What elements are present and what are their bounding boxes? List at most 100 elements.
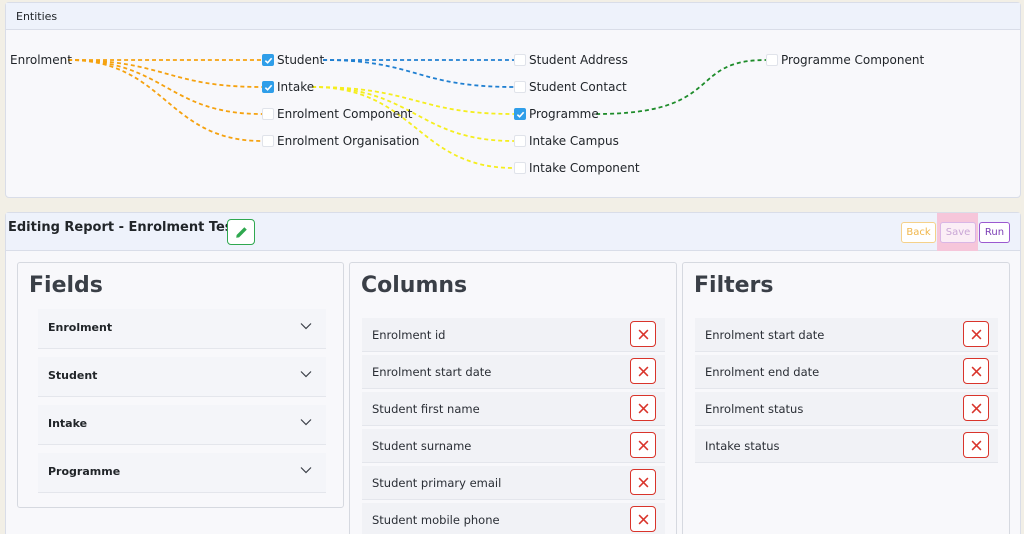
checkbox-icon[interactable] xyxy=(514,135,526,147)
filters-card: Filters Enrolment start date Enrolment e… xyxy=(682,262,1010,534)
editor-header: Editing Report - Enrolment Test Back Sav… xyxy=(6,213,1020,251)
link-enrolment-intake xyxy=(67,59,263,88)
entity-label: Programme Component xyxy=(781,53,925,67)
remove-filter-button[interactable] xyxy=(963,358,989,384)
filter-row: Enrolment status xyxy=(695,392,998,426)
entity-label: Intake Campus xyxy=(529,134,619,148)
entity-label: Enrolment Component xyxy=(277,107,413,121)
link-enrolment-enrolment-organisation xyxy=(67,59,263,142)
entity-label: Programme xyxy=(529,107,599,121)
column-row: Student first name xyxy=(362,392,665,426)
remove-column-button[interactable] xyxy=(630,395,656,421)
entity-label: Student Address xyxy=(529,53,628,67)
column-row: Student mobile phone xyxy=(362,503,665,534)
filter-label: Intake status xyxy=(705,439,780,453)
accordion-intake[interactable]: Intake xyxy=(38,405,326,445)
entity-label: Student xyxy=(277,53,325,67)
close-icon xyxy=(971,366,981,376)
filter-row: Enrolment end date xyxy=(695,355,998,389)
column-label: Student surname xyxy=(372,439,472,453)
checkbox-checked-icon[interactable] xyxy=(262,81,274,93)
entity-label: Intake xyxy=(277,80,315,94)
accordion-programme[interactable]: Programme xyxy=(38,453,326,493)
accordion-label: Intake xyxy=(48,417,88,430)
remove-column-button[interactable] xyxy=(630,506,656,532)
chevron-down-icon xyxy=(300,371,312,378)
edit-title-button[interactable] xyxy=(227,219,255,245)
run-button[interactable]: Run xyxy=(979,222,1010,243)
link-enrolment-enrolment-component xyxy=(67,59,263,115)
close-icon xyxy=(638,366,648,376)
columns-card: Columns Enrolment id Enrolment start dat… xyxy=(349,262,677,534)
remove-filter-button[interactable] xyxy=(963,432,989,458)
accordion-label: Programme xyxy=(48,465,121,478)
close-icon xyxy=(638,477,648,487)
column-row: Enrolment start date xyxy=(362,355,665,389)
entity-node-programme[interactable]: Programme xyxy=(514,106,599,122)
accordion-student[interactable]: Student xyxy=(38,357,326,397)
remove-column-button[interactable] xyxy=(630,358,656,384)
back-button[interactable]: Back xyxy=(901,222,936,243)
entity-node-intake-component[interactable]: Intake Component xyxy=(514,160,640,176)
checkbox-icon[interactable] xyxy=(514,81,526,93)
filter-label: Enrolment status xyxy=(705,402,804,416)
close-icon xyxy=(638,440,648,450)
column-label: Enrolment id xyxy=(372,328,446,342)
entity-node-enrolment: Enrolment xyxy=(10,52,72,68)
entity-label: Enrolment xyxy=(10,53,72,67)
checkbox-icon[interactable] xyxy=(262,135,274,147)
chevron-down-icon xyxy=(300,323,312,330)
close-icon xyxy=(971,440,981,450)
filter-label: Enrolment start date xyxy=(705,328,825,342)
fields-title: Fields xyxy=(29,273,103,298)
entity-node-student-address[interactable]: Student Address xyxy=(514,52,628,68)
column-row: Student primary email xyxy=(362,466,665,500)
entity-label: Enrolment Organisation xyxy=(277,134,420,148)
checkbox-checked-icon[interactable] xyxy=(262,54,274,66)
checkbox-icon[interactable] xyxy=(262,108,274,120)
column-label: Enrolment start date xyxy=(372,365,492,379)
entity-node-intake[interactable]: Intake xyxy=(262,79,314,95)
checkbox-icon[interactable] xyxy=(514,162,526,174)
column-label: Student mobile phone xyxy=(372,513,500,527)
accordion-enrolment[interactable]: Enrolment xyxy=(38,309,326,349)
filter-row: Intake status xyxy=(695,429,998,463)
column-row: Enrolment id xyxy=(362,318,665,352)
close-icon xyxy=(638,403,648,413)
checkbox-icon[interactable] xyxy=(514,54,526,66)
accordion-label: Student xyxy=(48,369,98,382)
columns-title: Columns xyxy=(361,273,468,298)
remove-column-button[interactable] xyxy=(630,321,656,347)
report-title: Editing Report - Enrolment Test xyxy=(8,220,239,235)
close-icon xyxy=(971,403,981,413)
fields-card: Fields Enrolment Student Intake Programm… xyxy=(17,262,344,508)
entity-node-student-contact[interactable]: Student Contact xyxy=(514,79,627,95)
accordion-label: Enrolment xyxy=(48,321,113,334)
save-button[interactable]: Save xyxy=(940,222,976,243)
filters-title: Filters xyxy=(694,273,774,298)
remove-column-button[interactable] xyxy=(630,432,656,458)
entity-node-enrolment-component[interactable]: Enrolment Component xyxy=(262,106,412,122)
close-icon xyxy=(638,329,648,339)
remove-filter-button[interactable] xyxy=(963,395,989,421)
filter-row: Enrolment start date xyxy=(695,318,998,352)
entity-node-enrolment-organisation[interactable]: Enrolment Organisation xyxy=(262,133,419,149)
entity-label: Student Contact xyxy=(529,80,627,94)
link-student-student-contact xyxy=(322,59,515,88)
close-icon xyxy=(971,329,981,339)
entity-node-intake-campus[interactable]: Intake Campus xyxy=(514,133,619,149)
filter-label: Enrolment end date xyxy=(705,365,820,379)
entity-node-programme-component[interactable]: Programme Component xyxy=(766,52,924,68)
remove-filter-button[interactable] xyxy=(963,321,989,347)
chevron-down-icon xyxy=(300,419,312,426)
remove-column-button[interactable] xyxy=(630,469,656,495)
chevron-down-icon xyxy=(300,467,312,474)
checkbox-icon[interactable] xyxy=(766,54,778,66)
pencil-icon xyxy=(235,226,247,238)
entities-panel: Entities Enrolment Student Intake Enrolm… xyxy=(5,2,1021,198)
report-editor-panel: Editing Report - Enrolment Test Back Sav… xyxy=(5,212,1021,534)
entity-node-student[interactable]: Student xyxy=(262,52,324,68)
close-icon xyxy=(638,514,648,524)
checkbox-checked-icon[interactable] xyxy=(514,108,526,120)
column-label: Student first name xyxy=(372,402,480,416)
